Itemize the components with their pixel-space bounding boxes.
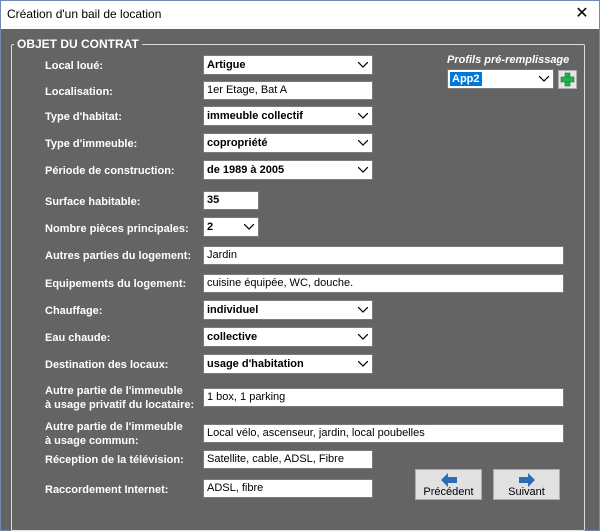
profiles-selected: App2: [450, 72, 482, 86]
equipements-field[interactable]: cuisine équipée, WC, douche.: [203, 274, 564, 293]
chevron-down-icon[interactable]: [538, 70, 550, 88]
next-button[interactable]: Suivant: [493, 469, 560, 500]
partie-privatif-label-line1: Autre partie de l'immeuble: [45, 385, 183, 397]
internet-field[interactable]: ADSL, fibre: [203, 479, 373, 498]
periode-label: Période de construction:: [45, 165, 175, 177]
television-field[interactable]: Satellite, cable, ADSL, Fibre: [203, 450, 373, 469]
type-immeuble-value: copropriété: [207, 137, 268, 149]
group-title: OBJET DU CONTRAT: [14, 37, 142, 51]
television-label: Réception de la télévision:: [45, 454, 184, 466]
chevron-down-icon[interactable]: [357, 161, 369, 179]
chevron-down-icon[interactable]: [357, 134, 369, 152]
destination-label: Destination des locaux:: [45, 359, 169, 371]
dialog-window: Création d'un bail de location ✕ OBJET D…: [0, 0, 600, 531]
periode-value: de 1989 à 2005: [207, 164, 285, 176]
surface-field[interactable]: 35: [203, 191, 259, 210]
eau-chaude-combo[interactable]: collective: [203, 327, 373, 347]
dialog-body: OBJET DU CONTRAT Local loué: Artigue Loc…: [1, 29, 599, 531]
type-habitat-combo[interactable]: immeuble collectif: [203, 106, 373, 126]
profiles-label: Profils pré-remplissage: [447, 54, 570, 66]
autres-parties-field[interactable]: Jardin: [203, 246, 564, 265]
green-plus-icon: [560, 72, 575, 87]
partie-commun-label-line1: Autre partie de l'immeuble: [45, 421, 183, 433]
type-immeuble-label: Type d'immeuble:: [45, 138, 138, 150]
partie-privatif-field[interactable]: 1 box, 1 parking: [203, 388, 564, 407]
next-label: Suivant: [508, 486, 545, 498]
type-immeuble-combo[interactable]: copropriété: [203, 133, 373, 153]
previous-button[interactable]: Précédent: [415, 469, 482, 500]
autres-parties-label: Autres parties du logement:: [45, 250, 192, 262]
periode-combo[interactable]: de 1989 à 2005: [203, 160, 373, 180]
chevron-down-icon[interactable]: [357, 56, 369, 74]
chauffage-value: individuel: [207, 304, 259, 316]
localisation-field[interactable]: 1er Etage, Bat A: [203, 81, 373, 100]
pieces-value: 2: [207, 221, 214, 233]
chevron-down-icon[interactable]: [357, 328, 369, 346]
local-loue-value: Artigue: [207, 59, 246, 71]
chauffage-label: Chauffage:: [45, 305, 103, 317]
eau-chaude-label: Eau chaude:: [45, 332, 111, 344]
partie-privatif-label-line2: à usage privatif du locataire:: [45, 399, 195, 411]
chevron-down-icon[interactable]: [357, 107, 369, 125]
window-title: Création d'un bail de location: [7, 7, 162, 21]
surface-label: Surface habitable:: [45, 196, 141, 208]
arrow-left-icon: [440, 473, 457, 487]
equipements-label: Equipements du logement:: [45, 278, 187, 290]
local-loue-combo[interactable]: Artigue: [203, 55, 373, 75]
partie-commun-label-line2: à usage commun:: [45, 435, 139, 447]
arrow-right-icon: [518, 473, 535, 487]
destination-value: usage d'habitation: [207, 358, 304, 370]
chevron-down-icon[interactable]: [357, 355, 369, 373]
chauffage-combo[interactable]: individuel: [203, 300, 373, 320]
partie-commun-field[interactable]: Local vélo, ascenseur, jardin, local pou…: [203, 424, 564, 443]
type-habitat-value: immeuble collectif: [207, 110, 303, 122]
pieces-label: Nombre pièces principales:: [45, 223, 189, 235]
localisation-label: Localisation:: [45, 86, 113, 98]
previous-label: Précédent: [423, 486, 474, 498]
internet-label: Raccordement Internet:: [45, 484, 169, 496]
eau-chaude-value: collective: [207, 331, 258, 343]
chevron-down-icon[interactable]: [357, 301, 369, 319]
add-profile-button[interactable]: [558, 70, 577, 89]
type-habitat-label: Type d'habitat:: [45, 111, 122, 123]
profiles-combo[interactable]: App2: [447, 69, 554, 89]
close-button[interactable]: ✕: [565, 1, 599, 29]
pieces-combo[interactable]: 2: [203, 217, 259, 237]
destination-combo[interactable]: usage d'habitation: [203, 354, 373, 374]
local-loue-label: Local loué:: [45, 60, 104, 72]
chevron-down-icon[interactable]: [243, 218, 255, 236]
title-bar: Création d'un bail de location ✕: [1, 1, 599, 29]
